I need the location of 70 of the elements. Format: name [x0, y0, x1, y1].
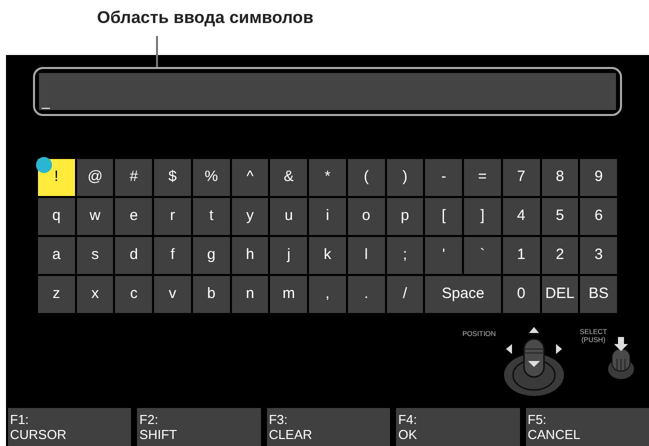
key[interactable]: 6	[580, 198, 617, 235]
key[interactable]: m	[270, 276, 308, 313]
key[interactable]: i	[309, 198, 346, 235]
key[interactable]: x	[76, 276, 114, 313]
key[interactable]: .	[348, 276, 385, 313]
key[interactable]: '	[425, 237, 462, 274]
key[interactable]: 9	[580, 159, 617, 196]
key[interactable]: 3	[580, 237, 617, 274]
key[interactable]: l	[348, 237, 385, 274]
key[interactable]: j	[270, 237, 308, 274]
key[interactable]: a	[38, 237, 75, 274]
leader-line	[156, 36, 158, 67]
key[interactable]: k	[309, 237, 346, 274]
key[interactable]: ^	[232, 159, 268, 196]
key[interactable]: ]	[464, 198, 501, 235]
key[interactable]: p	[386, 198, 424, 235]
function-key-button[interactable]: F4: OK	[396, 408, 520, 446]
key[interactable]: )	[386, 159, 424, 196]
key[interactable]: r	[154, 198, 191, 235]
key[interactable]: f	[154, 237, 191, 274]
input-field[interactable]: _	[39, 73, 616, 110]
key[interactable]: /	[386, 276, 424, 313]
key[interactable]: ,	[309, 276, 346, 313]
key[interactable]: z	[38, 276, 75, 313]
key[interactable]: (	[348, 159, 385, 196]
key[interactable]: v	[154, 276, 191, 313]
knob-drawing	[607, 335, 635, 381]
function-key-button[interactable]: F1: CURSOR	[8, 408, 132, 446]
touch-point-icon	[36, 157, 52, 173]
key[interactable]: #	[115, 159, 152, 196]
callout-label: Область ввода символов	[97, 8, 314, 28]
key[interactable]: e	[115, 198, 152, 235]
key[interactable]: !	[38, 159, 75, 196]
key[interactable]: *	[309, 159, 346, 196]
key[interactable]: %	[192, 159, 230, 196]
key[interactable]: b	[192, 276, 230, 313]
key[interactable]: w	[76, 198, 114, 235]
function-key-button[interactable]: F2: SHIFT	[137, 408, 261, 446]
key[interactable]: h	[232, 237, 268, 274]
key[interactable]: -	[425, 159, 462, 196]
key[interactable]: y	[232, 198, 268, 235]
key[interactable]: 0	[502, 276, 540, 313]
key[interactable]: BS	[580, 276, 617, 313]
key[interactable]: 4	[502, 198, 540, 235]
function-key-button[interactable]: F3: CLEAR	[266, 408, 390, 446]
key[interactable]: s	[76, 237, 114, 274]
key[interactable]: $	[154, 159, 191, 196]
key[interactable]: d	[115, 237, 152, 274]
key[interactable]: [	[425, 198, 462, 235]
key[interactable]: q	[38, 198, 75, 235]
key[interactable]: DEL	[542, 276, 578, 313]
key[interactable]: g	[192, 237, 230, 274]
key[interactable]: Space	[425, 276, 501, 313]
key[interactable]: 2	[542, 237, 578, 274]
key[interactable]: u	[270, 198, 308, 235]
key[interactable]: c	[115, 276, 152, 313]
key[interactable]: @	[76, 159, 114, 196]
key[interactable]: 7	[502, 159, 540, 196]
key[interactable]: 5	[542, 198, 578, 235]
key[interactable]: t	[192, 198, 230, 235]
function-key-button[interactable]: F5: CANCEL	[526, 408, 649, 446]
key[interactable]: 8	[542, 159, 578, 196]
key[interactable]: ;	[386, 237, 424, 274]
key[interactable]: 1	[502, 237, 540, 274]
key[interactable]: =	[464, 159, 501, 196]
joystick-drawing	[502, 325, 566, 397]
key[interactable]: n	[232, 276, 268, 313]
key[interactable]: o	[348, 198, 385, 235]
key[interactable]: `	[464, 237, 501, 274]
key[interactable]: &	[270, 159, 308, 196]
